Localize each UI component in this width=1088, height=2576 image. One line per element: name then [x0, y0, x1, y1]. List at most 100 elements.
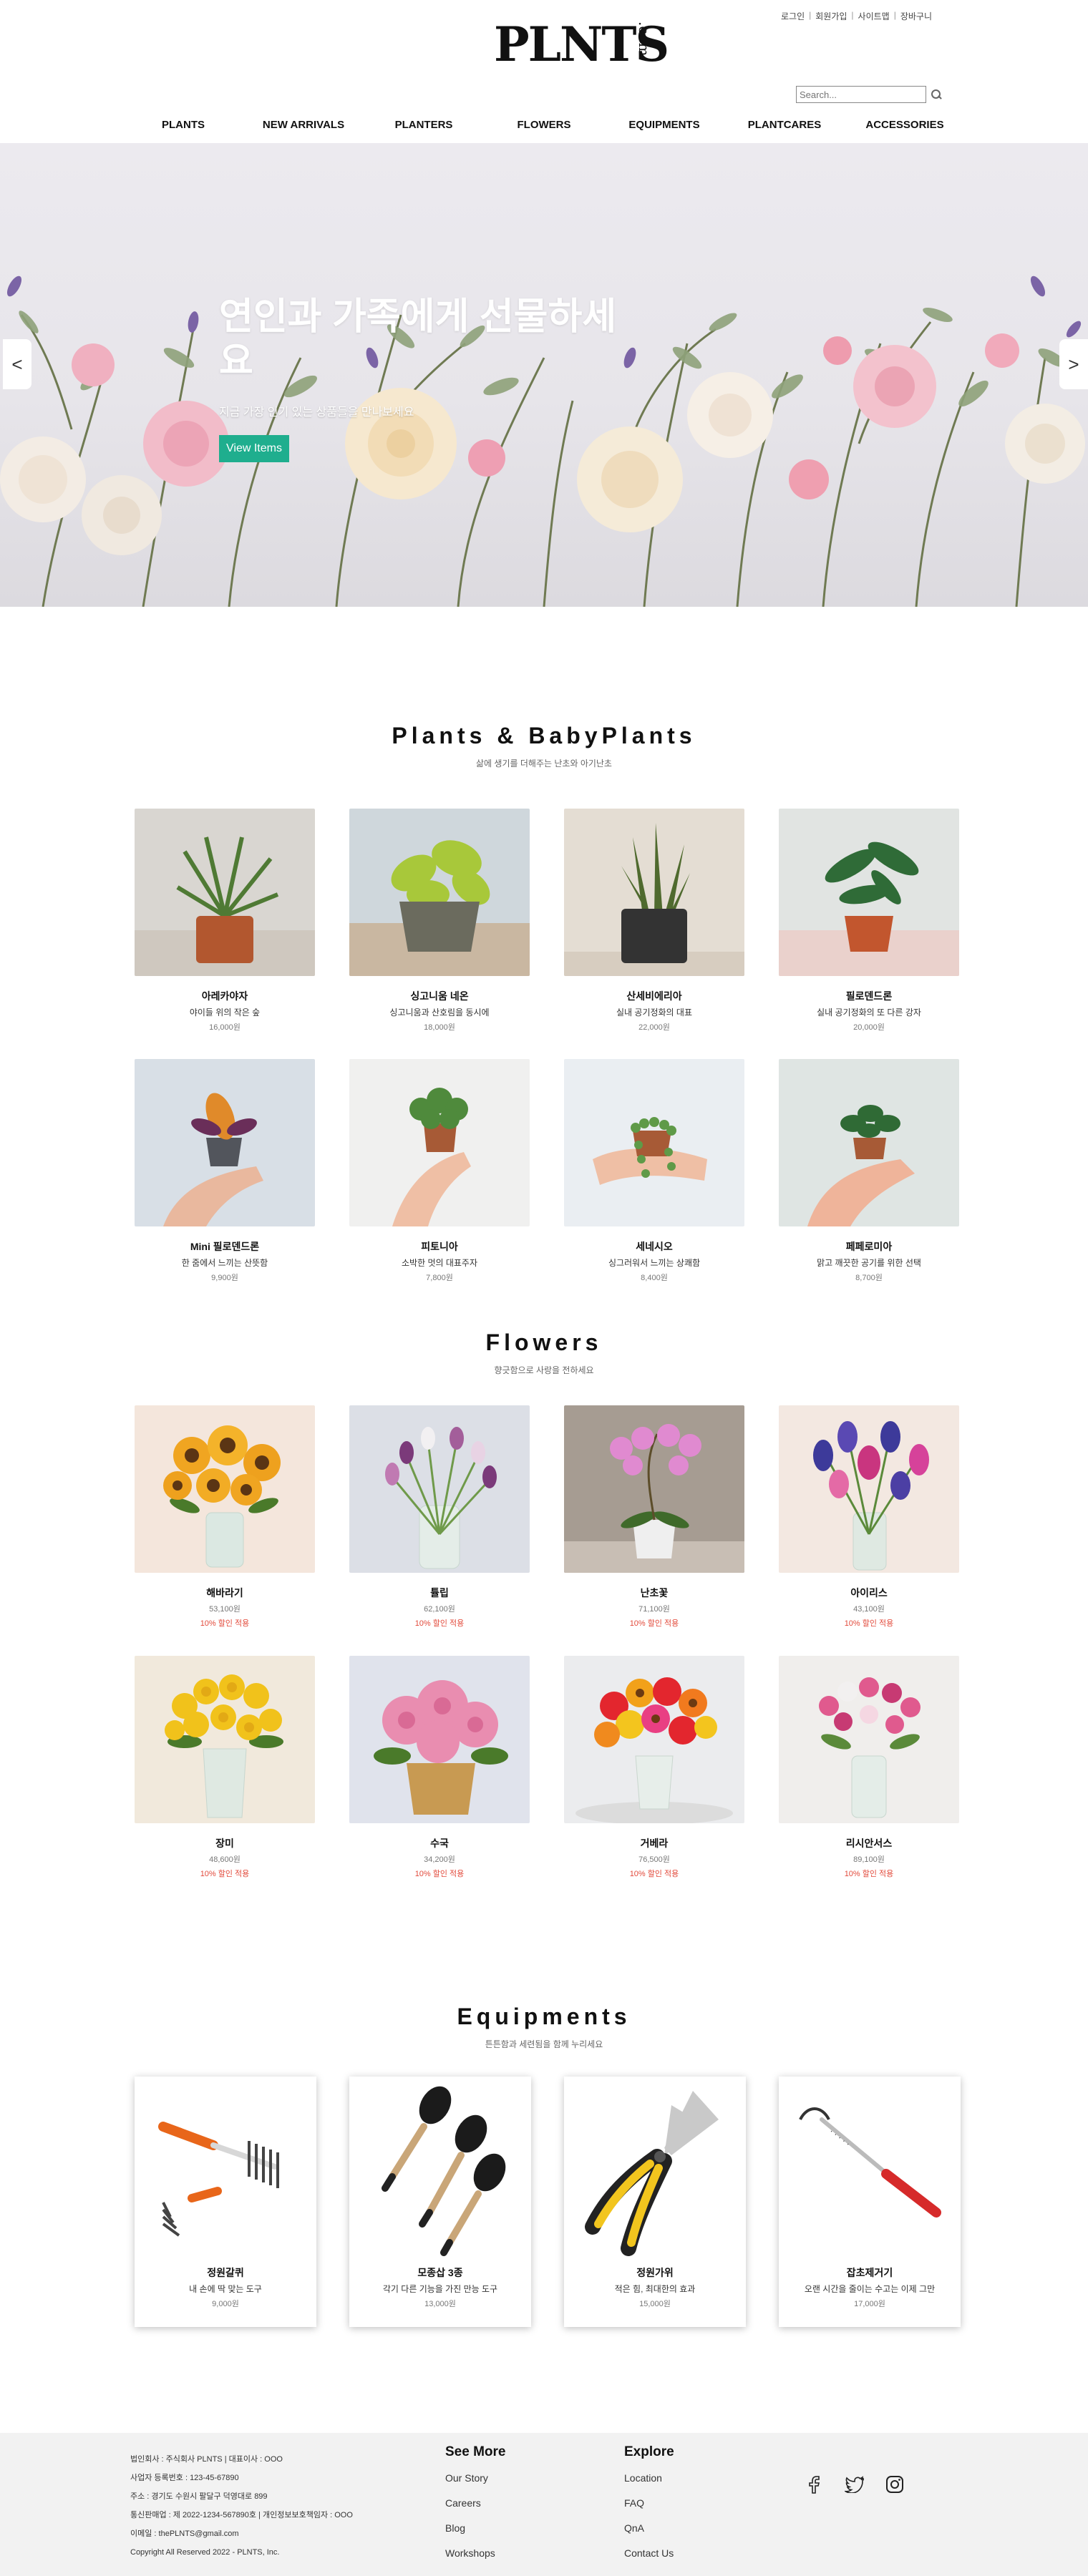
product-image[interactable] [564, 2077, 746, 2265]
product-image[interactable] [349, 1405, 530, 1573]
product-card[interactable]: 장미 48,600원 10% 할인 적용 [135, 1656, 315, 1879]
footer-link-our-story[interactable]: Our Story [445, 2466, 505, 2491]
product-card[interactable]: 산세비에리아 실내 공기정화의 대표 22,000원 [564, 809, 744, 1033]
facebook-icon[interactable] [805, 2474, 825, 2494]
hero-title: 연인과 가족에게 선물하세요 [219, 296, 617, 382]
footer-link-careers[interactable]: Careers [445, 2491, 505, 2516]
product-card[interactable]: Mini 필로덴드론 한 줌에서 느끼는 산뜻함 9,900원 [135, 1059, 315, 1283]
product-image[interactable] [779, 1656, 959, 1823]
nav-plantcares[interactable]: PLANTCARES [724, 119, 845, 131]
instagram-icon[interactable] [885, 2474, 905, 2494]
sitemap-link[interactable]: 사이트맵 [858, 10, 890, 22]
product-image[interactable] [779, 809, 959, 976]
slider-prev-button[interactable]: < [3, 339, 31, 389]
product-name: 산세비에리아 [626, 990, 682, 1002]
product-name: 싱고니움 네온 [410, 990, 469, 1002]
product-price: 62,100원 [424, 1605, 455, 1614]
main-nav: PLANTS NEW ARRIVALS PLANTERS FLOWERS EQU… [0, 119, 1088, 131]
product-desc: 각기 다른 기능을 가진 만능 도구 [382, 2284, 498, 2294]
discount-label: 10% 할인 적용 [200, 1870, 250, 1878]
product-image[interactable] [349, 1059, 530, 1226]
product-card[interactable]: 리시안서스 89,100원 10% 할인 적용 [779, 1656, 959, 1879]
product-image[interactable] [349, 809, 530, 976]
product-image[interactable] [349, 2077, 531, 2265]
product-name: 해바라기 [206, 1587, 243, 1599]
product-desc: 실내 공기정화의 또 다른 강자 [817, 1008, 921, 1018]
view-items-button[interactable]: View Items [219, 435, 289, 462]
product-desc: 오랜 시간을 줄이는 수고는 이제 그만 [804, 2284, 936, 2294]
product-image[interactable] [135, 2077, 316, 2265]
nav-flowers[interactable]: FLOWERS [484, 119, 604, 131]
product-card[interactable]: 튤립 62,100원 10% 할인 적용 [349, 1405, 530, 1629]
product-image[interactable] [135, 1059, 315, 1226]
explore-column: Explore Location FAQ QnA Contact Us [624, 2444, 674, 2566]
product-image[interactable] [564, 809, 744, 976]
product-name: 피토니아 [421, 1241, 458, 1252]
footer-link-contact[interactable]: Contact Us [624, 2541, 674, 2566]
product-card[interactable]: 아이리스 43,100원 10% 할인 적용 [779, 1405, 959, 1629]
product-image[interactable] [779, 1059, 959, 1226]
footer-link-blog[interactable]: Blog [445, 2516, 505, 2541]
product-name: 세네시오 [636, 1241, 673, 1252]
product-price: 71,100원 [638, 1605, 670, 1614]
footer-link-qna[interactable]: QnA [624, 2516, 674, 2541]
product-card[interactable]: 싱고니움 네온 싱고니움과 산호림을 동시에 18,000원 [349, 809, 530, 1033]
product-desc: 실내 공기정화의 대표 [616, 1008, 693, 1018]
slider-next-button[interactable]: > [1059, 339, 1088, 389]
product-image[interactable] [564, 1405, 744, 1573]
footer-link-workshops[interactable]: Workshops [445, 2541, 505, 2566]
product-image[interactable] [564, 1059, 744, 1226]
plants-section-title: Plants & BabyPlants [392, 723, 696, 748]
nav-accessories[interactable]: ACCESSORIES [845, 119, 965, 131]
product-price: 76,500원 [638, 1855, 670, 1864]
product-card[interactable]: 피토니아 소박한 멋의 대표주자 7,800원 [349, 1059, 530, 1283]
product-image[interactable] [779, 1405, 959, 1573]
product-card[interactable]: 난초꽃 71,100원 10% 할인 적용 [564, 1405, 744, 1629]
product-price: 20,000원 [853, 1023, 885, 1032]
nav-new-arrivals[interactable]: NEW ARRIVALS [243, 119, 364, 131]
footer-link-faq[interactable]: FAQ [624, 2491, 674, 2516]
product-image[interactable] [349, 1656, 530, 1823]
nav-equipments[interactable]: EQUIPMENTS [604, 119, 724, 131]
product-image[interactable] [135, 1656, 315, 1823]
product-card[interactable]: 거베라 76,500원 10% 할인 적용 [564, 1656, 744, 1879]
product-image[interactable] [135, 1405, 315, 1573]
product-card[interactable]: 필로덴드론 실내 공기정화의 또 다른 강자 20,000원 [779, 809, 959, 1033]
search-input[interactable] [796, 86, 926, 103]
discount-label: 10% 할인 적용 [844, 1619, 894, 1628]
social-links [805, 2474, 905, 2494]
product-name: 필로덴드론 [845, 990, 893, 1002]
plants-section-subtitle: 삶에 생기를 더해주는 난초와 아기난초 [476, 758, 612, 769]
cart-link[interactable]: 장바구니 [900, 10, 932, 22]
product-image[interactable]: · · · · · [779, 2077, 961, 2265]
product-image[interactable] [135, 809, 315, 976]
product-name: 아이리스 [850, 1587, 888, 1599]
nav-planters[interactable]: PLANTERS [364, 119, 484, 131]
discount-label: 10% 할인 적용 [414, 1870, 465, 1878]
copyright: Copyright All Reserved 2022 - PLNTS, Inc… [130, 2548, 280, 2557]
product-name: 튤립 [430, 1587, 449, 1599]
product-price: 89,100원 [853, 1855, 885, 1864]
product-price: 7,800원 [426, 1274, 453, 1282]
product-card[interactable]: 수국 34,200원 10% 할인 적용 [349, 1656, 530, 1879]
product-card[interactable]: 페페로미아 맑고 깨끗한 공기를 위한 선택 8,700원 [779, 1059, 959, 1283]
product-card[interactable]: · · · · · 잡초제거기 오랜 시간을 줄이는 수고는 이제 그만 17,… [779, 2077, 961, 2327]
chevron-left-icon: < [11, 353, 23, 375]
signup-link[interactable]: 회원가입 [815, 10, 847, 22]
nav-plants[interactable]: PLANTS [123, 119, 243, 131]
product-price: 9,900원 [211, 1274, 238, 1282]
product-card[interactable]: 모종삽 3종 각기 다른 기능을 가진 만능 도구 13,000원 [349, 2077, 531, 2327]
plants-section: Plants & BabyPlants 삶에 생기를 더해주는 난초와 아기난초… [0, 607, 1088, 1305]
product-image[interactable] [564, 1656, 744, 1823]
product-card[interactable]: 해바라기 53,100원 10% 할인 적용 [135, 1405, 315, 1629]
footer-link-location[interactable]: Location [624, 2466, 674, 2491]
equipments-section: Equipments 튼튼함과 세련됨을 함께 누리세요 정원갈퀴 내 손에 딱… [0, 2004, 1088, 2433]
product-card[interactable]: 정원가위 적은 힘, 최대한의 효과 15,000원 [564, 2077, 746, 2327]
product-card[interactable]: 정원갈퀴 내 손에 딱 맞는 도구 9,000원 [135, 2077, 316, 2327]
product-card[interactable]: 아레카야자 야이들 위의 작은 숲 16,000원 [135, 809, 315, 1033]
search-icon[interactable] [931, 89, 942, 100]
product-card[interactable]: 세네시오 싱그러워서 느끼는 상쾌함 8,400원 [564, 1059, 744, 1283]
twitter-icon[interactable] [845, 2474, 865, 2494]
login-link[interactable]: 로그인 [781, 10, 805, 22]
flowers-section-title: Flowers [485, 1330, 603, 1355]
